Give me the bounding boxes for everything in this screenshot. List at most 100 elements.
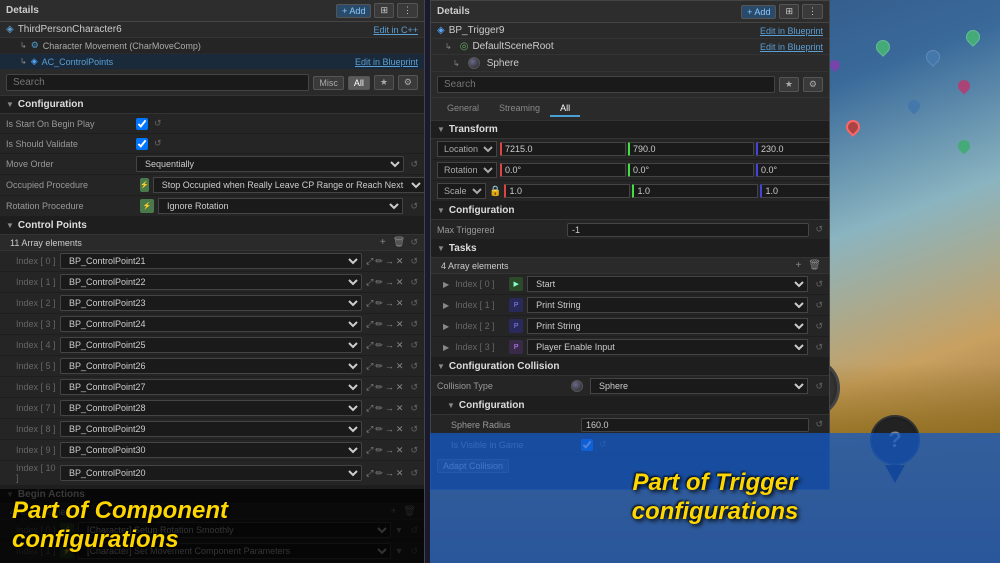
star-filter[interactable]: ★ <box>374 75 394 90</box>
task-expand-0[interactable]: ▶ <box>443 280 449 289</box>
task-expand-2[interactable]: ▶ <box>443 322 449 331</box>
task-expand-3[interactable]: ▶ <box>443 343 449 352</box>
rotation-select[interactable]: Rotation <box>437 162 497 178</box>
cp-goto-5[interactable]: → <box>385 361 394 372</box>
rotation-proc-select[interactable]: Ignore Rotation <box>158 198 403 214</box>
right-search-input[interactable] <box>437 76 775 93</box>
right-grid-button[interactable]: ⊞ <box>779 4 799 19</box>
cp-reset-2[interactable]: ↺ <box>410 298 418 309</box>
cp-select-2[interactable]: BP_ControlPoint23 <box>60 295 362 311</box>
location-y-input[interactable] <box>628 142 754 156</box>
add-button[interactable]: + Add <box>336 4 371 18</box>
right-options-button[interactable]: ⋮ <box>802 4 823 19</box>
task-select-2[interactable]: Print String <box>527 318 808 334</box>
cp-delete-btn[interactable]: 🗑 <box>391 237 408 248</box>
cp-edit-4[interactable]: ✏ <box>375 340 383 351</box>
edit-blueprint-button-left[interactable]: Edit in Blueprint <box>355 57 418 67</box>
is-should-validate-reset[interactable]: ↺ <box>154 138 162 149</box>
all-tab[interactable]: All <box>348 76 370 90</box>
cp-move-9[interactable]: ⤢ <box>366 445 373 456</box>
cp-edit-10[interactable]: ✏ <box>375 468 383 479</box>
cp-move-1[interactable]: ⤢ <box>366 277 373 288</box>
task-reset-3[interactable]: ↺ <box>815 342 823 353</box>
cp-goto-10[interactable]: → <box>385 468 394 479</box>
control-points-section-header[interactable]: ▼ Control Points <box>0 217 424 235</box>
cp-select-4[interactable]: BP_ControlPoint25 <box>60 337 362 353</box>
cp-move-2[interactable]: ⤢ <box>366 298 373 309</box>
cp-reset-9[interactable]: ↺ <box>410 445 418 456</box>
cp-del-7[interactable]: ✕ <box>396 403 404 414</box>
cp-del-8[interactable]: ✕ <box>396 424 404 435</box>
cp-goto-2[interactable]: → <box>385 298 394 309</box>
rotation-x-input[interactable] <box>500 163 626 177</box>
tasks-section-header[interactable]: ▼ Tasks <box>431 240 829 258</box>
cp-goto-4[interactable]: → <box>385 340 394 351</box>
task-select-3[interactable]: Player Enable Input <box>527 339 808 355</box>
cp-edit-1[interactable]: ✏ <box>375 277 383 288</box>
is-should-validate-checkbox[interactable] <box>136 138 148 150</box>
cp-select-8[interactable]: BP_ControlPoint29 <box>60 421 362 437</box>
location-select[interactable]: Location <box>437 141 497 157</box>
cp-reset-btn[interactable]: ↺ <box>410 237 418 248</box>
cp-select-0[interactable]: BP_ControlPoint21 <box>60 253 362 269</box>
scale-z-input[interactable] <box>760 184 829 198</box>
cp-select-7[interactable]: BP_ControlPoint28 <box>60 400 362 416</box>
transform-section-header[interactable]: ▼ Transform <box>431 121 829 139</box>
cp-select-10[interactable]: BP_ControlPoint20 <box>60 465 362 481</box>
cp-edit-8[interactable]: ✏ <box>375 424 383 435</box>
cp-select-1[interactable]: BP_ControlPoint22 <box>60 274 362 290</box>
move-order-reset[interactable]: ↺ <box>410 159 418 170</box>
configuration-section-header[interactable]: ▼ Configuration <box>0 96 424 114</box>
cp-del-2[interactable]: ✕ <box>396 298 404 309</box>
tab-all[interactable]: All <box>550 101 580 117</box>
tasks-add-btn[interactable]: + <box>793 260 803 271</box>
tab-general[interactable]: General <box>437 101 489 117</box>
cp-goto-8[interactable]: → <box>385 424 394 435</box>
right-settings-btn[interactable]: ⚙ <box>803 77 823 92</box>
cp-move-10[interactable]: ⤢ <box>366 468 373 479</box>
cp-select-3[interactable]: BP_ControlPoint24 <box>60 316 362 332</box>
occupied-proc-select[interactable]: Stop Occupied when Really Leave CP Range… <box>153 177 424 193</box>
rotation-y-input[interactable] <box>628 163 754 177</box>
cp-edit-3[interactable]: ✏ <box>375 319 383 330</box>
sphere-radius-reset[interactable]: ↺ <box>815 419 823 430</box>
options-button[interactable]: ⋮ <box>397 3 418 18</box>
cp-del-4[interactable]: ✕ <box>396 340 404 351</box>
cp-reset-0[interactable]: ↺ <box>410 256 418 267</box>
is-start-reset[interactable]: ↺ <box>154 118 162 129</box>
cp-goto-9[interactable]: → <box>385 445 394 456</box>
collision-type-reset[interactable]: ↺ <box>815 381 823 392</box>
cp-move-7[interactable]: ⤢ <box>366 403 373 414</box>
move-order-select[interactable]: Sequentially <box>136 156 404 172</box>
cp-edit-0[interactable]: ✏ <box>375 256 383 267</box>
right-add-button[interactable]: + Add <box>741 5 776 19</box>
tasks-delete-btn[interactable]: 🗑 <box>806 260 823 271</box>
task-reset-1[interactable]: ↺ <box>815 300 823 311</box>
max-triggered-input[interactable] <box>567 223 809 237</box>
cp-del-9[interactable]: ✕ <box>396 445 404 456</box>
cp-reset-3[interactable]: ↺ <box>410 319 418 330</box>
task-expand-1[interactable]: ▶ <box>443 301 449 310</box>
right-edit-blueprint-btn2[interactable]: Edit in Blueprint <box>760 42 823 52</box>
location-x-input[interactable] <box>500 142 626 156</box>
cp-edit-9[interactable]: ✏ <box>375 445 383 456</box>
cp-reset-5[interactable]: ↺ <box>410 361 418 372</box>
left-search-input[interactable] <box>6 74 309 91</box>
cp-edit-5[interactable]: ✏ <box>375 361 383 372</box>
cp-del-0[interactable]: ✕ <box>396 256 404 267</box>
rotation-proc-reset[interactable]: ↺ <box>410 201 418 212</box>
collision-type-select[interactable]: Sphere <box>590 378 808 394</box>
cp-del-5[interactable]: ✕ <box>396 361 404 372</box>
cp-select-6[interactable]: BP_ControlPoint27 <box>60 379 362 395</box>
cp-move-4[interactable]: ⤢ <box>366 340 373 351</box>
cp-select-9[interactable]: BP_ControlPoint30 <box>60 442 362 458</box>
right-config-section-header[interactable]: ▼ Configuration <box>431 202 829 220</box>
task-reset-0[interactable]: ↺ <box>815 279 823 290</box>
grid-view-button[interactable]: ⊞ <box>374 3 394 18</box>
cp-goto-6[interactable]: → <box>385 382 394 393</box>
cp-goto-1[interactable]: → <box>385 277 394 288</box>
cp-del-3[interactable]: ✕ <box>396 319 404 330</box>
scale-y-input[interactable] <box>632 184 758 198</box>
sub-config-section-header[interactable]: ▼ Configuration <box>431 397 829 415</box>
task-select-1[interactable]: Print String <box>527 297 808 313</box>
